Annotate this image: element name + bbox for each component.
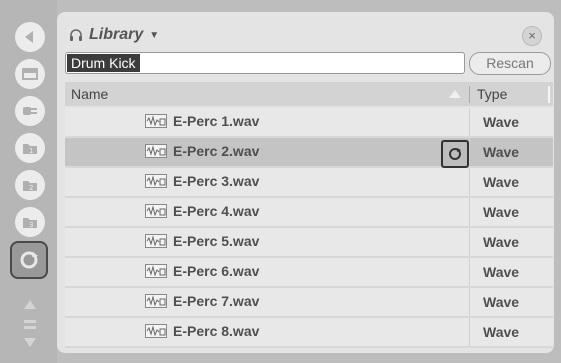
svg-text:3: 3 [29,221,33,229]
audio-file-icon [145,234,167,248]
file-type: Wave [483,324,520,340]
file-name: E-Perc 1.wav [173,113,260,129]
column-header: Name Type [65,82,553,106]
file-type: Wave [483,294,520,310]
close-icon[interactable]: × [522,26,542,46]
folder-1-icon[interactable]: 1 [15,133,45,163]
browser-title[interactable]: Library ▼ [69,26,159,44]
audio-file-icon [145,114,167,128]
file-type: Wave [483,144,520,160]
file-row[interactable]: E-Perc 5.wav Wave [65,228,553,258]
headphones-icon [70,29,82,41]
svg-text:2: 2 [29,184,33,192]
file-row[interactable]: E-Perc 4.wav Wave [65,198,553,228]
file-type: Wave [483,204,520,220]
file-type: Wave [483,234,520,250]
audio-file-icon [145,324,167,338]
sidebar: 1 2 3 [0,0,57,363]
file-name: E-Perc 2.wav [173,143,260,159]
file-name: E-Perc 4.wav [173,203,260,219]
audio-file-icon [145,264,167,278]
file-row[interactable]: E-Perc 3.wav Wave [65,168,553,198]
file-name: E-Perc 7.wav [173,293,260,309]
hotswap-icon[interactable] [12,243,46,277]
browser-title-label: Library [89,26,144,43]
chevron-down-icon: ▼ [149,29,160,41]
search-field[interactable]: Drum Kick [65,52,465,74]
audio-file-icon [145,294,167,308]
audio-file-icon [145,174,167,188]
hotswap-target-icon[interactable] [441,140,469,168]
audio-file-icon [145,144,167,158]
sort-arrow-icon [449,90,461,98]
file-name: E-Perc 5.wav [173,233,260,249]
file-type: Wave [483,264,520,280]
column-divider-end [548,86,550,103]
file-list: E-Perc 1.wav Wave E-Perc 2.wav Wave E-Pe… [65,108,553,348]
file-name: E-Perc 8.wav [173,323,260,339]
back-arrow-icon[interactable] [15,22,45,52]
file-row[interactable]: E-Perc 1.wav Wave [65,108,553,138]
rescan-button[interactable]: Rescan [469,52,551,75]
file-name: E-Perc 3.wav [173,173,260,189]
file-row[interactable]: E-Perc 8.wav Wave [65,318,553,348]
scroll-icon[interactable] [19,298,41,356]
file-row-selected[interactable]: E-Perc 2.wav Wave [65,138,553,168]
folder-3-icon[interactable]: 3 [15,207,45,237]
svg-text:1: 1 [29,147,33,155]
browser-panel: Library ▼ × Drum Kick Rescan Name Type E… [57,12,554,353]
plugin-icon[interactable] [15,96,45,126]
window-icon[interactable] [15,59,45,89]
search-value: Drum Kick [67,54,140,72]
column-divider [469,86,470,103]
file-type: Wave [483,114,520,130]
column-type-header[interactable]: Type [477,86,507,102]
column-name-header[interactable]: Name [71,86,108,102]
audio-file-icon [145,204,167,218]
folder-2-icon[interactable]: 2 [15,170,45,200]
file-row[interactable]: E-Perc 7.wav Wave [65,288,553,318]
file-row[interactable]: E-Perc 6.wav Wave [65,258,553,288]
file-name: E-Perc 6.wav [173,263,260,279]
file-type: Wave [483,174,520,190]
